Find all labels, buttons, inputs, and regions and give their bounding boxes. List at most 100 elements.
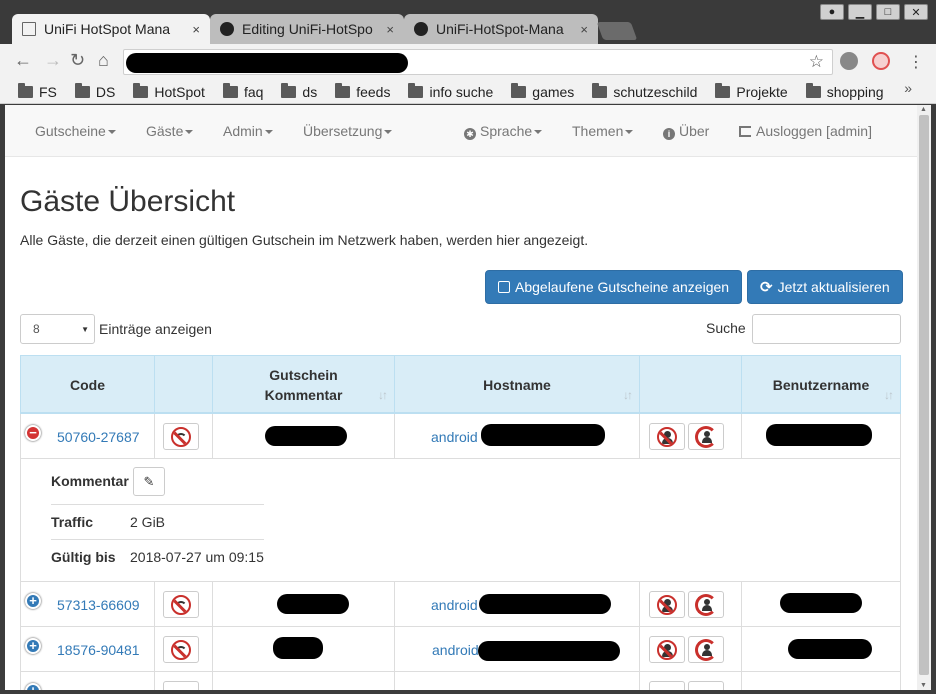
bookmark-folder[interactable]: DS xyxy=(74,82,115,100)
page-icon xyxy=(22,22,36,36)
browser-menu-icon[interactable]: ⋮ xyxy=(908,52,924,72)
scroll-up-icon[interactable]: ▲ xyxy=(920,106,927,113)
collapse-row-icon[interactable]: − xyxy=(25,425,41,441)
bookmark-star-icon[interactable]: ☆ xyxy=(809,52,824,72)
unchecked-square-icon xyxy=(498,281,510,293)
tab-close-icon[interactable]: × xyxy=(192,22,200,37)
extension-blocker-icon[interactable] xyxy=(872,52,890,70)
code-cell: + 57313-66609 xyxy=(21,582,155,626)
home-icon[interactable]: ⌂ xyxy=(98,50,109,71)
back-arrow-icon[interactable]: ← xyxy=(14,50,32,71)
maximize-icon[interactable]: □ xyxy=(876,4,900,20)
minimize-icon[interactable]: ▁ xyxy=(848,4,872,20)
reconnect-user-button[interactable] xyxy=(688,423,724,450)
page-title: Gäste Übersicht xyxy=(20,185,236,218)
caret-down-icon xyxy=(534,130,543,135)
header-code[interactable]: Code xyxy=(21,356,155,413)
show-expired-vouchers-button[interactable]: Abgelaufene Gutscheine anzeigen xyxy=(485,270,743,304)
nav-uebersetzung-dropdown[interactable]: Übersetzung xyxy=(303,123,393,139)
entries-length-select[interactable]: 8 ▼ xyxy=(20,314,95,344)
bookmark-folder[interactable]: FS xyxy=(18,82,57,100)
hostname-link[interactable]: android xyxy=(431,597,478,613)
voucher-code-link[interactable]: 18576-90481 xyxy=(57,642,140,658)
header-hostname[interactable]: Hostname ↓↑ xyxy=(395,356,640,413)
expand-row-icon[interactable]: + xyxy=(25,638,41,654)
bookmark-folder[interactable]: Projekte xyxy=(715,82,788,100)
header-username[interactable]: Benutzername ↓↑ xyxy=(742,356,900,413)
tab-unifi-hotspot-manager-github[interactable]: UniFi-HotSpot-Mana × xyxy=(404,14,598,44)
bookmark-folder[interactable]: shopping xyxy=(805,82,884,100)
header-wifi-action xyxy=(155,356,213,413)
reload-icon[interactable]: ↻ xyxy=(70,50,85,71)
block-user-button[interactable] xyxy=(649,636,685,663)
search-input[interactable] xyxy=(752,314,901,344)
address-bar[interactable]: ☆ xyxy=(123,49,833,75)
search-label: Suche xyxy=(706,320,746,336)
bookmark-folder[interactable]: ds xyxy=(281,82,317,100)
nav-admin-dropdown[interactable]: Admin xyxy=(223,123,273,139)
bookmark-folder[interactable]: games xyxy=(511,82,574,100)
nav-gaeste-dropdown[interactable]: Gäste xyxy=(146,123,194,139)
bookmark-folder[interactable]: feeds xyxy=(335,82,390,100)
nav-ueber-link[interactable]: i Über xyxy=(663,123,709,140)
revoke-wifi-button[interactable] xyxy=(163,423,199,450)
header-voucher-comment[interactable]: Gutschein Kommentar ↓↑ xyxy=(213,356,395,413)
page-scrollbar[interactable]: ▲ ▼ xyxy=(917,105,931,690)
scroll-down-icon[interactable]: ▼ xyxy=(920,682,927,689)
tab-unifi-hotspot-manager[interactable]: UniFi HotSpot Mana × xyxy=(12,14,210,44)
forward-arrow-icon[interactable]: → xyxy=(44,50,62,71)
redacted-username xyxy=(766,424,872,446)
nav-gutscheine-dropdown[interactable]: Gutscheine xyxy=(35,123,116,139)
expand-row-icon[interactable]: + xyxy=(25,593,41,609)
scrollbar-thumb[interactable] xyxy=(919,115,929,675)
bookmark-folder[interactable]: schutzeschild xyxy=(592,82,697,100)
nav-themen-dropdown[interactable]: Themen xyxy=(572,123,634,139)
new-tab-button[interactable] xyxy=(596,22,638,40)
revoke-wifi-button[interactable] xyxy=(163,681,199,690)
table-row: + 57313-66609 android xyxy=(20,582,901,627)
reconnect-user-button[interactable] xyxy=(688,681,724,690)
table-row: + 18576-90481 android xyxy=(20,627,901,672)
close-window-icon[interactable]: ✕ xyxy=(904,4,928,20)
refresh-now-button[interactable]: ⟳ Jetzt aktualisieren xyxy=(747,270,903,304)
block-user-button[interactable] xyxy=(649,591,685,618)
select-caret-icon: ▼ xyxy=(81,325,89,334)
voucher-code-link[interactable]: 50760-27687 xyxy=(57,429,140,445)
block-user-icon xyxy=(657,639,677,660)
redacted-comment xyxy=(273,637,323,659)
bookmark-folder[interactable]: info suche xyxy=(408,82,493,100)
voucher-code-link[interactable]: 57313-66609 xyxy=(57,597,140,613)
revoke-wifi-button[interactable] xyxy=(163,591,199,618)
block-user-button[interactable] xyxy=(649,681,685,690)
block-user-button[interactable] xyxy=(649,423,685,450)
tab-title: UniFi-HotSpot-Mana xyxy=(436,21,564,37)
bookmark-folder[interactable]: HotSpot xyxy=(133,82,205,100)
sort-icon: ↓↑ xyxy=(884,388,894,402)
reconnect-user-button[interactable] xyxy=(688,591,724,618)
user-actions-cell xyxy=(640,627,742,671)
tab-close-icon[interactable]: × xyxy=(580,22,588,37)
folder-icon xyxy=(715,82,731,98)
expand-row-icon[interactable]: + xyxy=(25,683,41,690)
nav-sprache-dropdown[interactable]: ✱ Sprache xyxy=(464,123,543,140)
folder-icon xyxy=(335,82,351,98)
revoke-wifi-button[interactable] xyxy=(163,636,199,663)
bookmark-folder[interactable]: faq xyxy=(222,82,263,100)
reconnect-user-icon xyxy=(695,638,717,661)
app-navbar: Gutscheine Gäste Admin Übersetzung ✱ Spra… xyxy=(5,105,917,157)
bookmarks-more-icon[interactable]: » xyxy=(904,80,912,96)
hostname-link[interactable]: android xyxy=(432,642,479,658)
tab-editing-unifi-hotspot[interactable]: Editing UniFi-HotSpo × xyxy=(210,14,404,44)
comment-cell xyxy=(213,582,395,626)
pencil-icon: ✎ xyxy=(143,473,155,489)
extension-gear-icon[interactable] xyxy=(840,52,858,70)
reconnect-user-button[interactable] xyxy=(688,636,724,663)
globe-icon: ✱ xyxy=(464,128,476,140)
tab-close-icon[interactable]: × xyxy=(386,22,394,37)
hostname-link[interactable]: android xyxy=(431,429,478,445)
edit-comment-button[interactable]: ✎ xyxy=(133,467,165,496)
nav-logout-link[interactable]: Ausloggen [admin] xyxy=(739,123,872,139)
comment-cell xyxy=(213,627,395,671)
profile-icon[interactable]: ● xyxy=(820,4,844,20)
table-row: − 50760-27687 android xyxy=(20,414,901,459)
